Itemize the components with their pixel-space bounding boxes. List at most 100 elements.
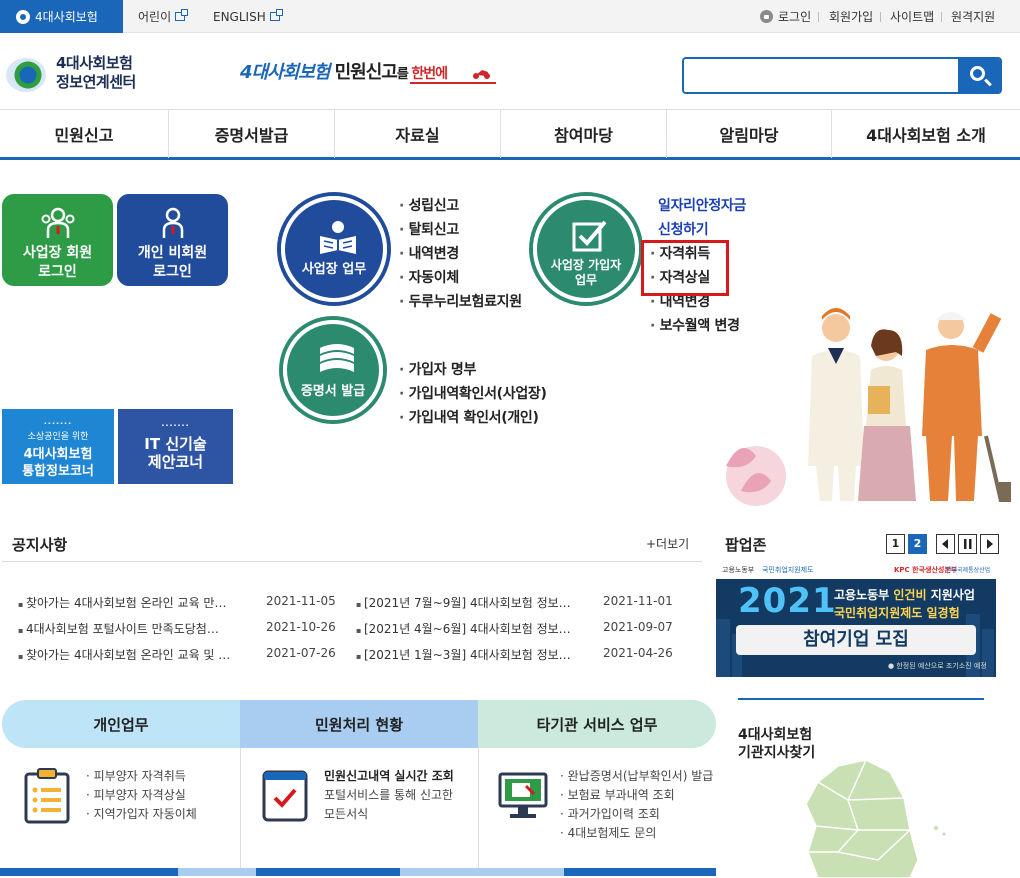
business-login-button[interactable]: 사업장 회원 로그인 xyxy=(2,194,113,286)
popup-prev-button[interactable] xyxy=(936,534,955,554)
notice-item[interactable]: [2021년 7월~9월] 4대사회보험 정보… xyxy=(356,594,571,611)
notice-more-link[interactable]: +더보기 xyxy=(646,535,689,552)
notice-divider xyxy=(2,561,702,562)
checkbox-icon xyxy=(572,220,607,252)
it-proposal-banner[interactable]: ······· IT 신기술 제안코너 xyxy=(118,409,233,484)
main-nav: 민원신고 증명서발급 자료실 참여마당 알림마당 4대사회보험 소개 xyxy=(0,109,1020,160)
kids-link[interactable]: 어린이 xyxy=(138,0,189,33)
realtime-desc: 포털서비스를 통해 신고한 모든서식 xyxy=(324,786,453,824)
banner-line1c: 지원사업 xyxy=(926,588,975,602)
notice-item-date: 2021-11-01 xyxy=(603,594,673,608)
branch-title-line1: 4대사회보험 xyxy=(738,727,813,743)
notice-item-date: 2021-11-05 xyxy=(266,594,336,608)
popup-banner[interactable]: 고용노동부 국민취업지원제도 KPC 한국생산성본부 한국국제통상산업 2021… xyxy=(716,561,996,677)
member-work-circle[interactable]: 사업장 가입자 업무 xyxy=(533,196,639,302)
biz-item-durunuri[interactable]: 두루누리보험료지원 xyxy=(399,290,523,314)
monitor-icon xyxy=(498,772,548,818)
cert-item-personal-confirmation[interactable]: 가입내역 확인서(개인) xyxy=(399,406,547,430)
other-item-premium-history[interactable]: 보험료 부과내역 조회 xyxy=(560,786,713,805)
business-login-label: 사업장 회원 로그인 xyxy=(22,245,93,280)
login-link[interactable]: 로그인 xyxy=(760,0,811,33)
remote-support-link[interactable]: 원격지원 xyxy=(951,0,995,33)
clipboard-icon xyxy=(24,768,70,824)
biz-item-change[interactable]: 내역변경 xyxy=(399,242,522,266)
notice-item[interactable]: 4대사회보험 포털사이트 만족도당첨… xyxy=(18,620,219,637)
popup-next-button[interactable] xyxy=(980,534,999,554)
notice-item-title: 찾아가는 4대사회보험 온라인 교육 만… xyxy=(25,596,227,610)
tab-other-agency[interactable]: 타기관 서비스 업무 xyxy=(478,700,716,748)
pause-icon xyxy=(964,539,972,549)
certificate-list: 가입자 명부 가입내역확인서(사업장) 가입내역 확인서(개인) xyxy=(399,358,547,430)
biz-item-autopay[interactable]: 자동이체 xyxy=(399,266,522,290)
nav-participation[interactable]: 참여마당 xyxy=(501,110,667,158)
login-label: 로그인 xyxy=(778,10,812,24)
column-divider xyxy=(478,748,479,868)
other-item-past-history[interactable]: 과거가입이력 조회 xyxy=(560,805,713,824)
notice-item-title: 4대사회보험 포털사이트 만족도당첨… xyxy=(25,622,219,636)
personal-login-button[interactable]: 개인 비회원 로그인 xyxy=(117,194,228,286)
notice-item-title: [2021년 7월~9월] 4대사회보험 정보… xyxy=(363,596,571,610)
search-button[interactable] xyxy=(958,59,1000,92)
other-item-payment-cert[interactable]: 완납증명서(납부확인서) 발급 xyxy=(560,767,714,786)
slogan-part1: 4대사회보험 xyxy=(240,62,330,83)
notice-item-date: 2021-09-07 xyxy=(603,620,673,634)
nav-notice[interactable]: 알림마당 xyxy=(667,110,832,158)
tab-personal-work[interactable]: 개인업무 xyxy=(2,700,240,748)
kids-label: 어린이 xyxy=(138,10,172,24)
realtime-desc-line2: 모든서식 xyxy=(324,807,369,821)
nav-archive[interactable]: 자료실 xyxy=(335,110,501,158)
biz-item-withdraw[interactable]: 탈퇴신고 xyxy=(399,218,522,242)
brand-mini-icon xyxy=(16,9,30,24)
top-utility-bar: 4대사회보험 어린이 ENGLISH 로그인 회원가입 사이트맵 원격지원 xyxy=(0,0,1020,33)
biz-work-circle[interactable]: 사업장 업무 xyxy=(281,196,387,302)
cert-item-biz-confirmation[interactable]: 가입내역확인서(사업장) xyxy=(399,382,547,406)
sme-info-banner[interactable]: ······· 소상공인을 위한 4대사회보험 통합정보코너 xyxy=(2,409,114,484)
banner-org4: 한국국제통상산업 xyxy=(946,567,991,574)
notice-item[interactable]: [2021년 4월~6월] 4대사회보험 정보… xyxy=(356,620,571,637)
notice-item[interactable]: 찾아가는 4대사회보험 온라인 교육 및 … xyxy=(18,646,230,663)
banner-line1: 고용노동부 인건비 지원사업 xyxy=(834,586,975,603)
member-work-label-line1: 사업장 가입자 xyxy=(550,258,622,272)
certificate-circle[interactable]: 증명서 발급 xyxy=(283,320,383,420)
popup-page-1[interactable]: 1 xyxy=(886,534,905,554)
certificate-label: 증명서 발급 xyxy=(300,384,366,399)
english-link[interactable]: ENGLISH xyxy=(213,0,283,33)
personal-item-lose[interactable]: 피부양자 자격상실 xyxy=(86,786,197,805)
banner-cta: 참여기업 모집 xyxy=(736,625,976,655)
logo-text: 4대사회보험 정보연계센터 xyxy=(56,54,136,92)
search-input[interactable] xyxy=(684,59,960,92)
notice-title: 공지사항 xyxy=(12,536,68,554)
slogan-part3: 를 xyxy=(396,67,412,82)
popup-pause-button[interactable] xyxy=(958,534,977,554)
biz-item-establish[interactable]: 성립신고 xyxy=(399,194,522,218)
tab-complaint-status[interactable]: 민원처리 현황 xyxy=(240,700,478,748)
nav-complaint[interactable]: 민원신고 xyxy=(0,110,169,158)
site-logo[interactable]: 4대사회보험 정보연계센터 xyxy=(6,52,156,98)
join-link[interactable]: 회원가입 xyxy=(829,0,873,33)
search-icon xyxy=(970,66,985,81)
dots-decor: ······· xyxy=(43,419,73,428)
nav-certificate[interactable]: 증명서발급 xyxy=(169,110,335,158)
sitemap-link[interactable]: 사이트맵 xyxy=(890,0,934,33)
realtime-title[interactable]: 민원신고내역 실시간 조회 xyxy=(324,767,454,784)
job-stability-fund-link-line2[interactable]: 신청하기 xyxy=(650,218,746,242)
job-stability-fund-link[interactable]: 일자리안정자금 xyxy=(650,194,746,218)
divider xyxy=(941,12,942,22)
personal-login-label: 개인 비회원 로그인 xyxy=(137,245,208,280)
group-person-icon xyxy=(41,207,74,238)
personal-item-autopay[interactable]: 지역가입자 자동이체 xyxy=(86,805,197,824)
popup-page-2[interactable]: 2 xyxy=(908,534,927,554)
notice-item-date: 2021-07-26 xyxy=(266,646,336,660)
slogan-part2: 민원신고 xyxy=(329,62,398,83)
branch-finder-card[interactable]: 4대사회보험 기관지사찾기 xyxy=(738,698,984,878)
tab-4insurance[interactable]: 4대사회보험 xyxy=(0,0,123,33)
it-line2: 제안코너 xyxy=(147,453,204,471)
realtime-desc-line1: 포털서비스를 통해 신고한 xyxy=(324,788,454,802)
other-item-inquiry[interactable]: 4대보험제도 문의 xyxy=(560,824,713,843)
notice-item[interactable]: 찾아가는 4대사회보험 온라인 교육 만… xyxy=(18,594,227,611)
cert-item-member-list[interactable]: 가입자 명부 xyxy=(399,358,547,382)
nav-about[interactable]: 4대사회보험 소개 xyxy=(832,110,1020,158)
personal-item-acquire[interactable]: 피부양자 자격취득 xyxy=(86,767,197,786)
member-work-label: 사업장 가입자 업무 xyxy=(537,258,635,288)
notice-item[interactable]: [2021년 1월~3월] 4대사회보험 정보… xyxy=(356,646,571,663)
